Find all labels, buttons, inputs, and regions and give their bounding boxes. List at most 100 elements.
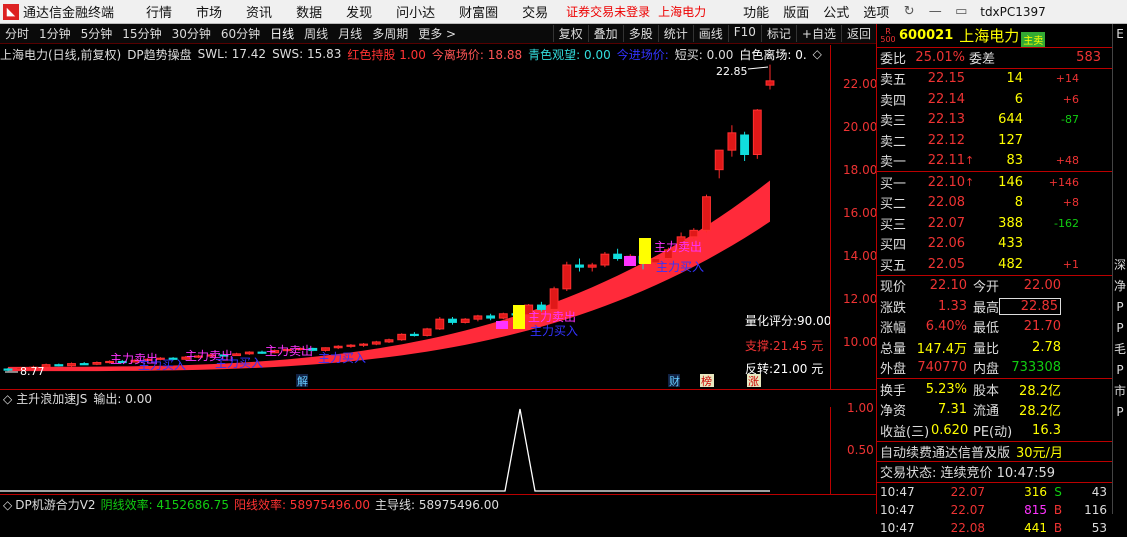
btn-fuquan[interactable]: 复权 <box>552 25 588 42</box>
btn-huaxian[interactable]: 画线 <box>692 25 728 42</box>
bid-row[interactable]: 买一 22.10 ↑ 146 +146 <box>877 172 1112 193</box>
candle[interactable] <box>536 304 546 310</box>
ask-row[interactable]: 卖四 22.14 6 +6 <box>877 89 1112 110</box>
btn-duogu[interactable]: 多股 <box>622 25 658 42</box>
candle[interactable] <box>473 315 483 320</box>
tf-daily[interactable]: 日线 <box>265 25 299 42</box>
candle[interactable] <box>54 364 64 367</box>
promo-text[interactable]: 自动续费通达信普及版 <box>880 442 1010 461</box>
bid-row[interactable]: 买五 22.05 482 +1 <box>877 254 1112 275</box>
candle[interactable] <box>409 333 419 337</box>
candle[interactable] <box>765 80 775 86</box>
quote-header: R 500 600021 上海电力 主卖 <box>877 24 1112 48</box>
candle[interactable] <box>435 318 445 330</box>
tf-60min[interactable]: 60分钟 <box>216 25 265 42</box>
bid-row[interactable]: 买二 22.08 8 +8 <box>877 193 1112 214</box>
candle[interactable] <box>549 288 559 310</box>
candle[interactable] <box>92 362 102 365</box>
candle[interactable] <box>727 132 737 151</box>
sws-value: SWS: 15.83 <box>272 47 342 61</box>
candle[interactable] <box>3 368 13 371</box>
menu-item-faxian[interactable]: 发现 <box>346 2 372 21</box>
tf-15min[interactable]: 15分钟 <box>117 25 166 42</box>
ask-row[interactable]: 卖三 22.13 644 -87 <box>877 110 1112 131</box>
candle[interactable] <box>740 134 750 155</box>
candle[interactable] <box>689 229 699 238</box>
btn-f10[interactable]: F10 <box>727 25 761 42</box>
bottom-indicator-name[interactable]: DP机游合力V2 <box>15 496 95 513</box>
candle[interactable] <box>587 264 597 268</box>
candle[interactable] <box>460 318 470 323</box>
tf-weekly[interactable]: 周线 <box>299 25 333 42</box>
btn-biaoji[interactable]: 标记 <box>760 25 796 42</box>
tf-1min[interactable]: 1分钟 <box>34 25 76 42</box>
candle[interactable] <box>613 253 623 260</box>
menu-item-xuanxiang[interactable]: 选项 <box>863 2 889 21</box>
candle[interactable] <box>359 343 369 346</box>
tf-5min[interactable]: 5分钟 <box>76 25 118 42</box>
btn-diejia[interactable]: 叠加 <box>587 25 623 42</box>
menu-item-gongshi[interactable]: 公式 <box>823 2 849 21</box>
menu-item-gongneng[interactable]: 功能 <box>743 2 769 21</box>
menu-item-shichang[interactable]: 市场 <box>196 2 222 21</box>
menu-item-caifuquan[interactable]: 财富圈 <box>459 2 498 21</box>
indicator-name[interactable]: DP趋势操盘 <box>127 46 191 63</box>
candle[interactable] <box>486 315 496 319</box>
ask-row[interactable]: 卖二 22.12 127 <box>877 130 1112 151</box>
bid-row[interactable]: 买三 22.07 388 -162 <box>877 213 1112 234</box>
candle[interactable] <box>333 345 343 349</box>
candle[interactable] <box>422 328 432 336</box>
bid-row[interactable]: 买四 22.06 433 <box>877 234 1112 255</box>
promo-row[interactable]: 自动续费通达信普及版 30元/月 <box>877 442 1112 462</box>
candle[interactable] <box>371 341 381 345</box>
menu-item-wenxiaoda[interactable]: 问小达 <box>396 2 435 21</box>
up-arrow-icon: ↑ <box>965 175 975 189</box>
candle[interactable] <box>67 363 76 367</box>
menu-item-hangqing[interactable]: 行情 <box>146 2 172 21</box>
kline-chart[interactable]: 主力卖出 主力买入 主力卖出 主力买入 主力卖出 主力卖出 主力卖出 主力买入 … <box>0 63 830 390</box>
edge-char <box>1113 129 1127 150</box>
tf-fenshi[interactable]: 分时 <box>0 25 34 42</box>
candle[interactable] <box>321 347 330 351</box>
tf-more[interactable]: 更多 > <box>413 25 461 42</box>
btn-fanhui[interactable]: 返回 <box>840 25 876 42</box>
ask-row[interactable]: 卖五 22.15 14 +14 <box>877 69 1112 90</box>
candle[interactable] <box>79 363 89 366</box>
ask-row[interactable]: 卖一 22.11 ↑ 83 +48 <box>877 151 1112 172</box>
tf-monthly[interactable]: 月线 <box>333 25 367 42</box>
candle[interactable] <box>384 339 394 343</box>
candle[interactable] <box>575 264 584 268</box>
candle[interactable] <box>448 318 457 323</box>
menu-item-jiaoyi[interactable]: 交易 <box>522 2 548 21</box>
menu-item-zixun[interactable]: 资讯 <box>246 2 272 21</box>
candle[interactable] <box>397 333 407 341</box>
candle[interactable] <box>562 264 572 290</box>
expand-icon[interactable]: ◇ <box>3 392 12 406</box>
right-edge-panel: E深净PP毛P市P <box>1112 24 1127 514</box>
candle[interactable] <box>244 351 254 355</box>
promo-price[interactable]: 30元/月 <box>1016 442 1063 461</box>
expand-icon[interactable]: ◇ <box>3 498 12 512</box>
tick-list[interactable]: 10:47 22.07 316 S 43 10:47 22.07 815 B 116 10:47… <box>877 483 1112 537</box>
sub-indicator-chart[interactable] <box>0 407 830 494</box>
candle[interactable] <box>714 149 724 171</box>
candle[interactable] <box>346 344 356 347</box>
candle[interactable] <box>702 196 711 231</box>
stats-block: 现价 22.10 今开 22.00 涨跌 1.33 最高 22.85 涨幅 6.40% 最低 21… <box>877 276 1112 379</box>
candle[interactable] <box>752 109 762 155</box>
btn-tongji[interactable]: 统计 <box>657 25 693 42</box>
minimize-icon[interactable]: — <box>927 4 943 20</box>
window-icon[interactable]: ▭ <box>953 4 969 20</box>
app-logo-icon: ◣ <box>3 3 19 20</box>
menu-item-banmian[interactable]: 版面 <box>783 2 809 21</box>
candle[interactable] <box>498 313 508 319</box>
login-warning[interactable]: 证券交易未登录 <box>566 3 650 20</box>
refresh-icon[interactable]: ↻ <box>901 4 917 20</box>
btn-zixuan[interactable]: +自选 <box>795 25 841 42</box>
tf-multi[interactable]: 多周期 <box>367 25 413 42</box>
sub-indicator-name[interactable]: 主升浪加速JS <box>16 390 87 407</box>
diamond-icon[interactable]: ◇ <box>813 47 822 61</box>
tf-30min[interactable]: 30分钟 <box>167 25 216 42</box>
candle[interactable] <box>600 253 610 266</box>
menu-item-shuju[interactable]: 数据 <box>296 2 322 21</box>
